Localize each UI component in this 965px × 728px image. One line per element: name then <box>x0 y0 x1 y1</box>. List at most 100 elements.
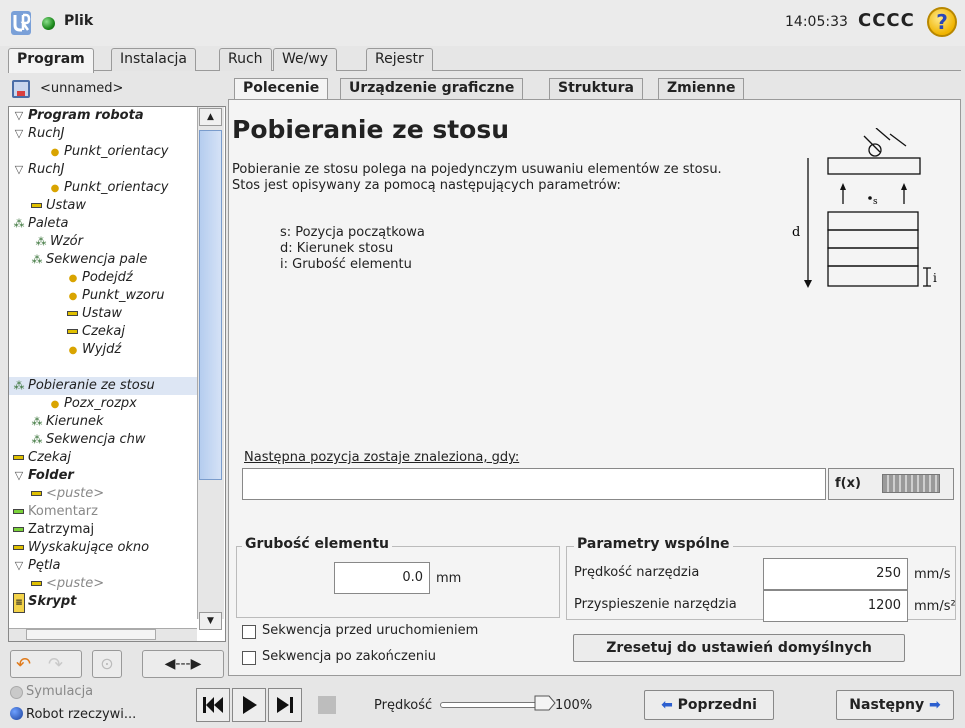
tree-item[interactable]: ▽ RuchJ <box>13 161 65 179</box>
tree-item-selected[interactable]: ⁂ Pobieranie ze stosu <box>9 377 199 395</box>
empty-icon <box>31 581 42 586</box>
thickness-unit: mm <box>436 571 462 586</box>
seq-before-checkbox[interactable] <box>242 625 256 639</box>
tree-item[interactable]: ● Punkt_wzoru <box>67 287 165 305</box>
tree-item[interactable]: ● Wyjdź <box>67 341 122 359</box>
tree-item[interactable]: ⁂ Sekwencja chw <box>31 431 146 449</box>
tool-accel-unit: mm/s² <box>914 599 956 614</box>
tree-item[interactable]: ⁂ Sekwencja pale <box>31 251 148 269</box>
tab-variables[interactable]: Zmienne <box>658 78 745 99</box>
arrow-right-icon: ➡ <box>924 697 941 713</box>
simulation-label[interactable]: Symulacja <box>26 684 93 699</box>
redo-icon[interactable]: ↷ <box>48 654 63 675</box>
seq-after-label[interactable]: Sekwencja po zakończeniu <box>262 649 436 664</box>
tree-item[interactable]: ⁂ Kierunek <box>31 413 104 431</box>
pallet-icon: ⁂ <box>35 235 47 248</box>
tab-log[interactable]: Rejestr <box>366 48 433 71</box>
expression-field[interactable] <box>242 468 826 500</box>
waypoint-icon: ● <box>68 273 78 284</box>
help-icon[interactable]: ? <box>927 7 957 37</box>
real-robot-radio[interactable] <box>10 707 23 720</box>
tab-move[interactable]: Ruch <box>219 48 272 71</box>
tree-item[interactable]: ≡ Skrypt <box>13 593 76 613</box>
scroll-down-icon[interactable]: ▼ <box>199 612 222 630</box>
previous-button[interactable]: ⬅ Poprzedni <box>644 690 774 720</box>
tree-item[interactable]: ● Pozx_rozpx <box>49 395 137 413</box>
undo-icon[interactable]: ↶ <box>16 654 31 675</box>
program-name: <unnamed> <box>40 81 124 96</box>
set-icon <box>31 203 42 208</box>
tree-item[interactable]: Komentarz <box>13 503 98 521</box>
parameter-list: s: Pozycja początkowa d: Kierunek stosu … <box>280 225 425 273</box>
tree-item[interactable]: Wyskakujące okno <box>13 539 149 557</box>
tree-item[interactable]: <puste> <box>31 485 104 503</box>
tab-io[interactable]: We/wy <box>273 48 338 71</box>
move-left-right-icon[interactable]: ◀---▶ <box>142 650 224 678</box>
tool-speed-input[interactable]: 250 <box>763 558 908 590</box>
tree-item[interactable]: Ustaw <box>67 305 122 323</box>
step-icon <box>277 697 293 713</box>
description-line: Stos jest opisywany za pomocą następując… <box>232 178 621 193</box>
skip-back-icon <box>203 697 223 713</box>
wait-icon <box>13 455 24 460</box>
stop-icon <box>318 696 336 714</box>
tree-item[interactable]: ▽ Folder <box>13 467 74 485</box>
diagram-label-d: d <box>792 225 800 240</box>
speed-percent: 100% <box>555 698 593 713</box>
step-button[interactable] <box>268 688 302 722</box>
scroll-up-icon[interactable]: ▲ <box>199 108 222 126</box>
waypoint-icon: ● <box>50 183 60 194</box>
set-icon <box>67 311 78 316</box>
real-robot-label[interactable]: Robot rzeczywi... <box>26 707 136 722</box>
reset-defaults-button[interactable]: Zresetuj do ustawień domyślnych <box>573 634 905 662</box>
popup-icon <box>13 545 24 550</box>
pallet-icon: ⁂ <box>13 379 25 392</box>
scroll-thumb[interactable] <box>199 130 222 480</box>
thickness-input[interactable]: 0.0 <box>334 562 430 594</box>
tree-item[interactable]: ⁂ Paleta <box>13 215 69 233</box>
tree-item[interactable]: Czekaj <box>67 323 125 341</box>
tab-graphics[interactable]: Urządzenie graficzne <box>340 78 524 99</box>
tree-item[interactable]: Zatrzymaj <box>13 521 94 539</box>
tree-item[interactable]: Czekaj <box>13 449 71 467</box>
triangle-icon: ▽ <box>14 469 24 482</box>
waypoint-icon: ● <box>68 345 78 356</box>
tree-item[interactable]: Ustaw <box>31 197 86 215</box>
tree-item[interactable]: ● Punkt_orientacy <box>49 179 169 197</box>
tab-structure[interactable]: Struktura <box>549 78 643 99</box>
simulation-radio[interactable] <box>10 686 23 699</box>
tree-item[interactable]: ▽ Program robota <box>13 107 144 125</box>
tree-item[interactable]: ▽ RuchJ <box>13 125 65 143</box>
tree-item[interactable]: ⁂ Wzór <box>35 233 83 251</box>
speed-slider[interactable] <box>440 702 540 708</box>
diagram-label-i: i <box>933 271 937 285</box>
tree-item[interactable]: <puste> <box>31 575 104 593</box>
pallet-icon: ⁂ <box>31 433 43 446</box>
speed-slider-handle[interactable] <box>534 695 556 711</box>
comment-icon <box>13 509 24 514</box>
tab-command[interactable]: Polecenie <box>234 78 329 100</box>
save-icon[interactable] <box>12 80 30 98</box>
param-i: i: Grubość elementu <box>280 257 412 272</box>
tree-item[interactable]: ▽ Pętla <box>13 557 61 575</box>
stop-button[interactable] <box>310 688 344 722</box>
skip-back-button[interactable] <box>196 688 230 722</box>
seq-before-label[interactable]: Sekwencja przed uruchomieniem <box>262 623 478 638</box>
next-button[interactable]: Następny ➡ <box>836 690 954 720</box>
description: Pobieranie ze stosu polega na pojedynczy… <box>232 162 772 194</box>
tab-program[interactable]: Program <box>8 48 94 73</box>
diagram-label-s: s <box>873 197 878 207</box>
keyboard-icon[interactable] <box>882 474 940 493</box>
tool-accel-input[interactable]: 1200 <box>763 590 908 622</box>
triangle-icon: ▽ <box>14 109 24 122</box>
file-menu[interactable]: Plik <box>64 13 93 29</box>
tab-installation[interactable]: Instalacja <box>111 48 196 71</box>
seq-after-checkbox[interactable] <box>242 651 256 665</box>
triangle-icon: ▽ <box>14 127 24 140</box>
stop-node-icon[interactable]: ⊙ <box>92 650 122 678</box>
play-button[interactable] <box>232 688 266 722</box>
hscroll-thumb[interactable] <box>26 629 156 640</box>
robot-name: CCCC <box>858 10 915 31</box>
tree-item[interactable]: ● Punkt_orientacy <box>49 143 169 161</box>
tree-item[interactable]: ● Podejdź <box>67 269 133 287</box>
